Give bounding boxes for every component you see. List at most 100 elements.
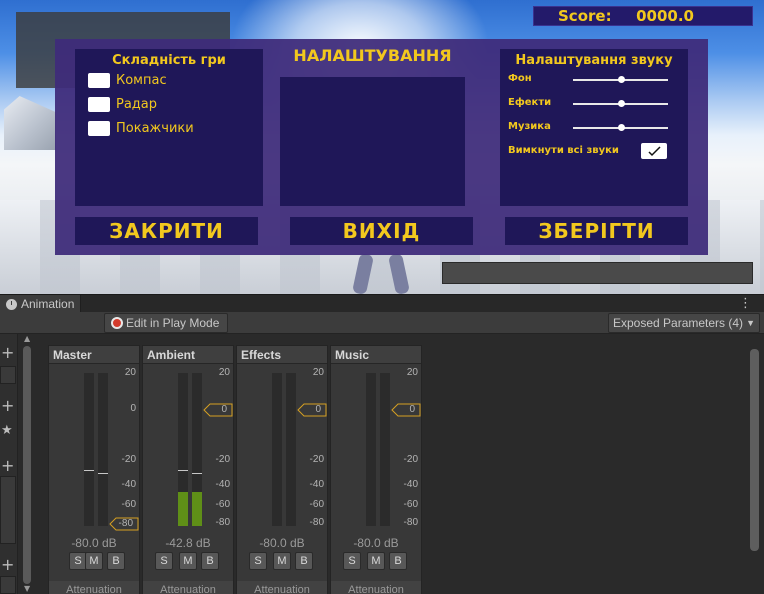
scale-tick: -60: [215, 499, 230, 510]
settings-title: НАЛАШТУВАННЯ: [293, 46, 452, 65]
tab-animation-label: Animation: [21, 297, 75, 311]
edit-in-play-mode-button[interactable]: Edit in Play Mode: [104, 313, 228, 333]
sound-panel: Налаштування звуку Фон Ефекти Музика Вим…: [500, 49, 688, 206]
radar-label: Радар: [116, 97, 158, 112]
character-legs: [351, 252, 412, 294]
more-options-icon[interactable]: ⋮: [739, 295, 752, 313]
vu-meter-left: [272, 373, 282, 526]
edit-in-play-mode-label: Edit in Play Mode: [126, 316, 220, 330]
fader-value: 0: [221, 404, 227, 415]
music-slider[interactable]: [573, 124, 668, 131]
exposed-parameters-dropdown[interactable]: Exposed Parameters (4) ▼: [608, 313, 760, 333]
attenuation-label: Attenuation: [331, 581, 421, 594]
mixer-list-box[interactable]: [0, 366, 16, 384]
scale-tick: -80: [309, 517, 324, 528]
solo-button[interactable]: S: [249, 552, 267, 570]
scroll-down-icon[interactable]: ▼: [24, 584, 30, 593]
score-label: Score:: [558, 7, 612, 25]
mixer-strip-master[interactable]: Master 20 0 -20 -40 -60 -80 -80.0 dB S M…: [48, 345, 140, 594]
sidebar-scrollbar-thumb[interactable]: [23, 346, 31, 584]
volume-fader-handle[interactable]: 0: [297, 403, 327, 417]
attenuation-label: Attenuation: [49, 581, 139, 594]
vu-meter-left: [366, 373, 376, 526]
music-slider-knob[interactable]: [617, 124, 625, 131]
scale-tick: -80: [215, 517, 230, 528]
effects-slider-knob[interactable]: [617, 100, 625, 107]
bypass-button[interactable]: B: [201, 552, 219, 570]
scale-tick: -20: [309, 454, 324, 465]
add-group-icon[interactable]: +: [1, 458, 14, 474]
scale-tick: 20: [218, 367, 230, 378]
vu-meter-right: [286, 373, 296, 526]
vu-meter-right: [98, 373, 108, 526]
add-snapshot-icon[interactable]: +: [1, 398, 14, 414]
volume-fader-handle[interactable]: -80: [109, 517, 139, 531]
db-readout: -80.0 dB: [259, 536, 305, 550]
solo-button[interactable]: S: [155, 552, 173, 570]
close-button[interactable]: ЗАКРИТИ: [75, 217, 258, 245]
solo-button[interactable]: S: [343, 552, 361, 570]
background-slider-knob[interactable]: [617, 76, 625, 83]
exit-button[interactable]: ВИХІД: [290, 217, 473, 245]
volume-fader-handle[interactable]: 0: [203, 403, 233, 417]
mixer-strip-ambient[interactable]: Ambient 20 -20 -40 -60 -80 0 -42.8 dB S …: [142, 345, 234, 594]
score-display: Score: 0000.0: [533, 6, 753, 26]
option-radar[interactable]: Радар: [88, 97, 157, 112]
mixer-toolbar: Edit in Play Mode Exposed Parameters (4)…: [0, 312, 764, 334]
effects-slider[interactable]: [573, 100, 668, 107]
tab-animation[interactable]: Animation: [0, 295, 82, 313]
music-label: Музика: [508, 121, 551, 132]
star-icon[interactable]: ★: [1, 423, 13, 438]
scroll-up-icon[interactable]: ▲: [24, 334, 30, 343]
fader-arrow-icon: [203, 403, 233, 417]
compass-checkbox[interactable]: [88, 73, 110, 88]
option-compass[interactable]: Компас: [88, 73, 167, 88]
strip-name: Effects: [237, 346, 327, 364]
fader-arrow-icon: [297, 403, 327, 417]
exposed-parameters-label: Exposed Parameters (4): [613, 316, 744, 330]
mute-all-checkbox[interactable]: [641, 143, 667, 159]
mute-all-label: Вимкнути всі звуки: [508, 145, 619, 156]
mute-all-row: Вимкнути всі звуки: [508, 142, 668, 159]
peak-line: [98, 473, 108, 474]
vu-meter-left: [84, 373, 94, 526]
settings-menu: НАЛАШТУВАННЯ Складність гри Компас Радар…: [55, 39, 708, 255]
option-pointers[interactable]: Покажчики: [88, 121, 194, 136]
add-view-icon[interactable]: +: [1, 557, 14, 573]
mute-button[interactable]: M: [273, 552, 291, 570]
effects-label: Ефекти: [508, 97, 552, 108]
root: Score: 0000.0 НАЛАШТУВАННЯ Складність гр…: [0, 0, 764, 594]
attenuation-label: Attenuation: [237, 581, 327, 594]
compass-label: Компас: [116, 73, 167, 88]
groups-list-box[interactable]: [0, 476, 16, 544]
pointers-label: Покажчики: [116, 121, 194, 136]
add-mixer-icon[interactable]: +: [1, 345, 14, 361]
bypass-button[interactable]: B: [295, 552, 313, 570]
db-readout: -42.8 dB: [165, 536, 211, 550]
bypass-button[interactable]: B: [389, 552, 407, 570]
overlay-panel-bottom-right: [442, 262, 753, 284]
vu-meter-fill: [178, 492, 188, 526]
mixer-strip-effects[interactable]: Effects 20 -20 -40 -60 -80 0 -80.0 dB S …: [236, 345, 328, 594]
radar-checkbox[interactable]: [88, 97, 110, 112]
bypass-button[interactable]: B: [107, 552, 125, 570]
sidebar-scrollbar[interactable]: ▲ ▼: [21, 334, 33, 594]
scale-tick: 20: [312, 367, 324, 378]
mixer-vertical-scrollbar[interactable]: [750, 349, 759, 551]
music-slider-row: Музика: [508, 121, 670, 135]
save-button[interactable]: ЗБЕРІГТИ: [505, 217, 688, 245]
mute-button[interactable]: M: [85, 552, 103, 570]
mute-button[interactable]: M: [367, 552, 385, 570]
views-list-box[interactable]: [0, 576, 16, 594]
game-view[interactable]: Score: 0000.0 НАЛАШТУВАННЯ Складність гр…: [0, 0, 764, 294]
pointers-checkbox[interactable]: [88, 121, 110, 136]
mute-button[interactable]: M: [179, 552, 197, 570]
fader-value: 0: [315, 404, 321, 415]
fader-value: 0: [409, 404, 415, 415]
volume-fader-handle[interactable]: 0: [391, 403, 421, 417]
background-slider[interactable]: [573, 76, 668, 83]
background-slider-row: Фон: [508, 73, 670, 87]
scale-tick: -20: [403, 454, 418, 465]
mixer-strip-music[interactable]: Music 20 -20 -40 -60 -80 0 -80.0 dB S M …: [330, 345, 422, 594]
strip-name: Ambient: [143, 346, 233, 364]
